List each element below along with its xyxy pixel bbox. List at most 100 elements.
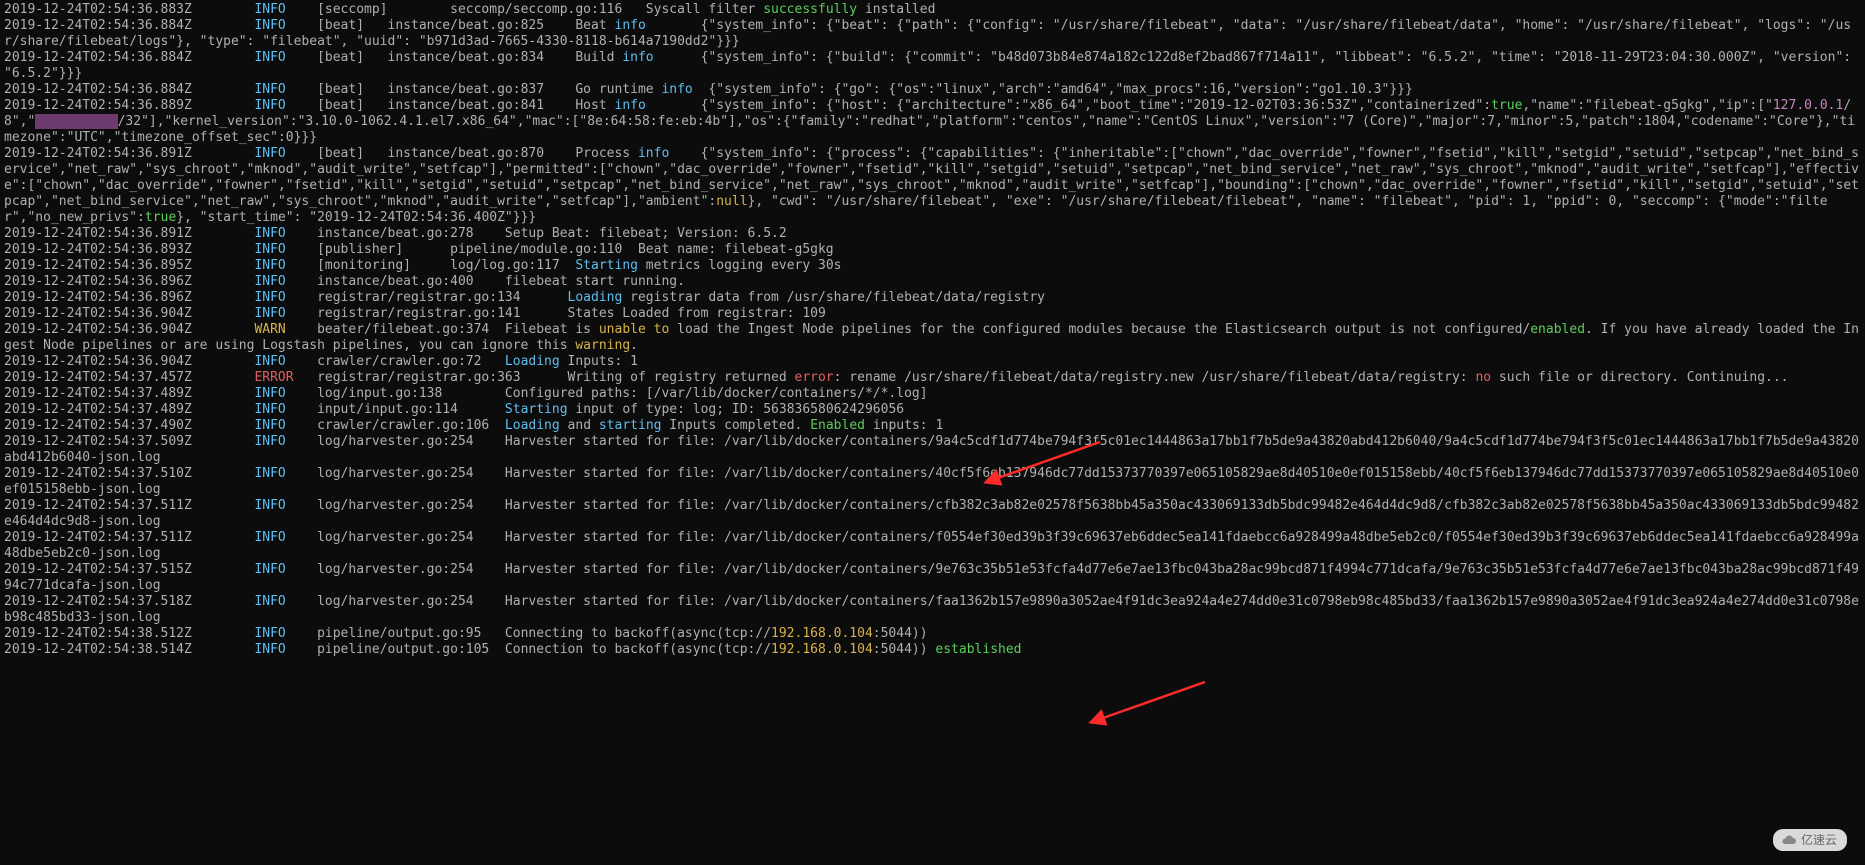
log-text: and — [560, 418, 599, 433]
log-text: Inputs: 1 — [560, 354, 638, 369]
log-level-info: INFO — [254, 498, 285, 513]
log-text: ,"name":"filebeat-g5gkg","ip":[" — [1522, 98, 1772, 113]
log-text: 2019-12-24T02:54:36.904Z — [4, 306, 254, 321]
log-text: beater/filebeat.go:374 Filebeat is — [286, 322, 599, 337]
cloud-icon — [1781, 832, 1797, 848]
watermark-text: 亿速云 — [1801, 832, 1837, 848]
log-text: : rename /usr/share/filebeat/data/regist… — [834, 370, 1476, 385]
log-level-info: info — [615, 18, 646, 33]
log-line: 2019-12-24T02:54:36.904Z INFO crawler/cr… — [4, 354, 1861, 370]
log-text: 2019-12-24T02:54:36.893Z — [4, 242, 254, 257]
log-text: [beat] instance/beat.go:870 Process — [286, 146, 638, 161]
log-text: instance/beat.go:400 filebeat start runn… — [286, 274, 685, 289]
log-line: 2019-12-24T02:54:37.515Z INFO log/harves… — [4, 562, 1861, 594]
log-level-info: INFO — [254, 258, 285, 273]
log-level-info: INFO — [254, 50, 285, 65]
log-line: 2019-12-24T02:54:36.889Z INFO [beat] ins… — [4, 98, 1861, 146]
log-text: 2019-12-24T02:54:37.489Z — [4, 386, 254, 401]
log-line: 2019-12-24T02:54:37.510Z INFO log/harves… — [4, 466, 1861, 498]
log-text: 2019-12-24T02:54:37.457Z — [4, 370, 254, 385]
log-text: [beat] instance/beat.go:841 Host — [286, 98, 615, 113]
log-level-info: INFO — [254, 226, 285, 241]
log-text: [seccomp] seccomp/seccomp.go:116 Syscall… — [286, 2, 763, 17]
log-line: 2019-12-24T02:54:36.884Z INFO [beat] ins… — [4, 82, 1861, 98]
log-text: inputs: 1 — [865, 418, 943, 433]
log-text: pipeline/output.go:105 Connection to bac… — [286, 642, 771, 657]
log-text: 2019-12-24T02:54:37.511Z — [4, 530, 254, 545]
log-level-info: INFO — [254, 18, 285, 33]
log-level-info: INFO — [254, 274, 285, 289]
log-text: 2019-12-24T02:54:36.883Z — [4, 2, 254, 17]
log-text: 2019-12-24T02:54:37.518Z — [4, 594, 254, 609]
log-text: input/input.go:114 — [286, 402, 505, 417]
log-line: 2019-12-24T02:54:37.490Z INFO crawler/cr… — [4, 418, 1861, 434]
log-level-info: INFO — [254, 146, 285, 161]
log-level-info: Loading — [505, 418, 560, 433]
log-level-info: Starting — [575, 258, 638, 273]
log-level-info: INFO — [254, 434, 285, 449]
log-line: 2019-12-24T02:54:36.896Z INFO instance/b… — [4, 274, 1861, 290]
log-text: crawler/crawler.go:106 — [286, 418, 505, 433]
log-level-info: INFO — [254, 466, 285, 481]
log-text: 2019-12-24T02:54:37.515Z — [4, 562, 254, 577]
log-text: 2019-12-24T02:54:38.512Z — [4, 626, 254, 641]
log-orange-token: unable to — [599, 322, 669, 337]
terminal-log-output[interactable]: 2019-12-24T02:54:36.883Z INFO [seccomp] … — [0, 0, 1865, 660]
log-orange-token: null — [716, 194, 747, 209]
log-line: 2019-12-24T02:54:37.511Z INFO log/harves… — [4, 530, 1861, 562]
log-text: crawler/crawler.go:72 — [286, 354, 505, 369]
log-text: [beat] instance/beat.go:837 Go runtime — [286, 82, 662, 97]
log-level-info: info — [661, 82, 692, 97]
log-line: 2019-12-24T02:54:36.891Z INFO instance/b… — [4, 226, 1861, 242]
log-green-token: enabled — [1530, 322, 1585, 337]
log-level-info: info — [638, 146, 669, 161]
log-line: 2019-12-24T02:54:36.884Z INFO [beat] ins… — [4, 50, 1861, 82]
log-line: 2019-12-24T02:54:36.883Z INFO [seccomp] … — [4, 2, 1861, 18]
log-text: 2019-12-24T02:54:36.904Z — [4, 322, 254, 337]
log-green-token: successfully — [763, 2, 857, 17]
log-level-info: INFO — [254, 354, 285, 369]
log-level-info: Starting — [505, 402, 568, 417]
log-level-info: INFO — [254, 562, 285, 577]
log-level-info: INFO — [254, 386, 285, 401]
log-text: load the Ingest Node pipelines for the c… — [669, 322, 1530, 337]
log-level-info: INFO — [254, 402, 285, 417]
log-line: 2019-12-24T02:54:37.489Z INFO log/input.… — [4, 386, 1861, 402]
log-line: 2019-12-24T02:54:36.896Z INFO registrar/… — [4, 290, 1861, 306]
annotation-arrow-2 — [1095, 680, 1215, 735]
log-level-info: INFO — [254, 642, 285, 657]
log-green-token: true — [145, 210, 176, 225]
log-line: 2019-12-24T02:54:37.457Z ERROR registrar… — [4, 370, 1861, 386]
log-text: registrar/registrar.go:363 Writing of re… — [294, 370, 795, 385]
log-text: [beat] instance/beat.go:825 Beat — [286, 18, 615, 33]
log-text: 2019-12-24T02:54:37.489Z — [4, 402, 254, 417]
log-level-info: INFO — [254, 594, 285, 609]
log-text: such file or directory. Continuing... — [1491, 370, 1788, 385]
log-level-info: INFO — [254, 290, 285, 305]
log-level-info: INFO — [254, 306, 285, 321]
log-text: 2019-12-24T02:54:37.511Z — [4, 498, 254, 513]
log-text: 2019-12-24T02:54:36.896Z — [4, 274, 254, 289]
log-purple-token: 127.0.0.1 — [1773, 98, 1843, 113]
log-line: 2019-12-24T02:54:37.511Z INFO log/harves… — [4, 498, 1861, 530]
log-text: 2019-12-24T02:54:37.510Z — [4, 466, 254, 481]
log-text: input of type: log; ID: 5638365806242960… — [568, 402, 905, 417]
log-level-warn: WARN — [254, 322, 285, 337]
log-text: instance/beat.go:278 Setup Beat: filebea… — [286, 226, 787, 241]
log-red-token: error — [795, 370, 834, 385]
log-text: {"system_info": {"go": {"os":"linux","ar… — [693, 82, 1413, 97]
log-text: }, "start_time": "2019-12-24T02:54:36.40… — [176, 210, 536, 225]
log-level-info: info — [615, 98, 646, 113]
log-text: 2019-12-24T02:54:37.490Z — [4, 418, 254, 433]
log-green-token: true — [1491, 98, 1522, 113]
log-text: {"system_info": {"host": {"architecture"… — [646, 98, 1491, 113]
log-text: 2019-12-24T02:54:36.904Z — [4, 354, 254, 369]
log-text: installed — [857, 2, 935, 17]
log-text: [beat] instance/beat.go:834 Build — [286, 50, 623, 65]
log-line: 2019-12-24T02:54:38.514Z INFO pipeline/o… — [4, 642, 1861, 658]
log-text: /32"],"kernel_version":"3.10.0-1062.4.1.… — [4, 114, 1855, 145]
log-level-info: INFO — [254, 98, 285, 113]
log-level-info: INFO — [254, 418, 285, 433]
log-red-token: no — [1475, 370, 1491, 385]
log-text: [monitoring] log/log.go:117 — [286, 258, 576, 273]
